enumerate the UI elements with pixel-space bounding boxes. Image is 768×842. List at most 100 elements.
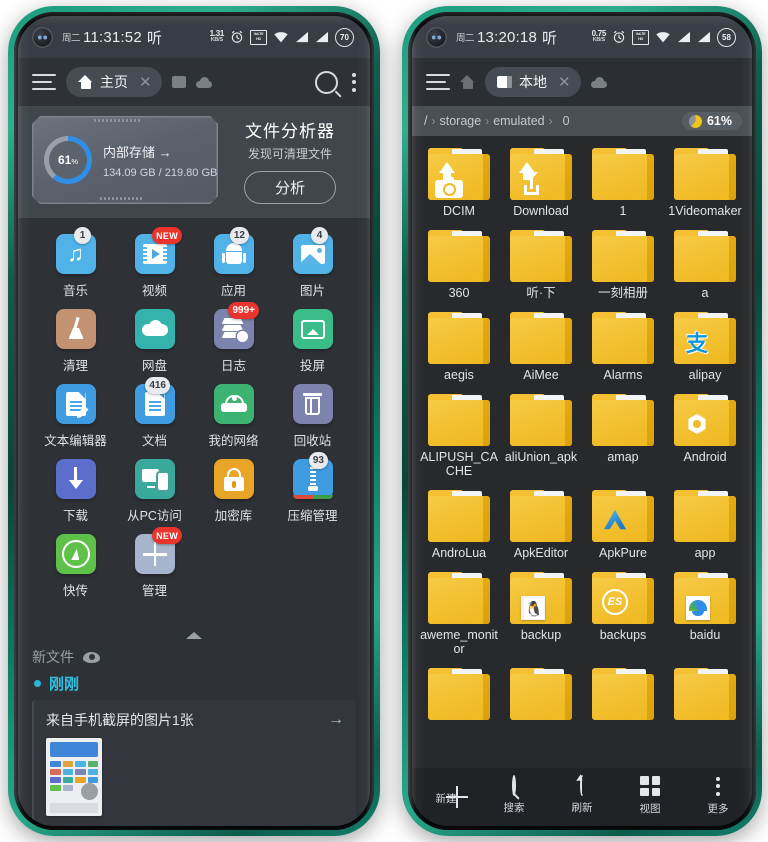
folder-icon[interactable] xyxy=(428,148,490,200)
folder-item[interactable]: 听·下 xyxy=(500,226,582,308)
app-item-text-editor-icon[interactable]: 文本编辑器 xyxy=(36,380,115,449)
app-item-lock-vault-icon[interactable]: 加密库 xyxy=(194,455,273,524)
lock-vault-icon[interactable] xyxy=(213,459,254,499)
search-icon[interactable] xyxy=(315,70,338,94)
internal-storage-card[interactable]: 61% 内部存储 → 134.09 GB / 219.80 GB xyxy=(32,116,218,204)
cast-screen-icon[interactable] xyxy=(292,309,333,349)
tab-local[interactable]: 本地 ✕ xyxy=(485,67,581,97)
folder-item[interactable]: a xyxy=(664,226,746,308)
close-icon[interactable]: ✕ xyxy=(139,73,152,91)
folder-icon[interactable] xyxy=(510,490,572,542)
app-item-download-icon[interactable]: 下载 xyxy=(36,455,115,524)
tab-home[interactable]: 主页 ✕ xyxy=(66,67,162,97)
collapse-section[interactable] xyxy=(18,626,370,641)
folder-item[interactable]: 1Videomaker xyxy=(664,144,746,226)
folder-icon[interactable] xyxy=(674,668,736,720)
bottom-bar-grid-view[interactable]: 视图 xyxy=(620,776,680,816)
bottom-bar-search[interactable]: 搜索 xyxy=(484,775,544,815)
recent-file-card[interactable]: 来自手机截屏的图片1张 → xyxy=(32,700,356,826)
storage-usage-badge[interactable]: 61% xyxy=(681,112,742,130)
folder-item[interactable]: 1 xyxy=(582,144,664,226)
folder-icon[interactable] xyxy=(674,394,736,446)
folder-icon[interactable] xyxy=(592,668,654,720)
app-item-broom-clean-icon[interactable]: 清理 xyxy=(36,305,115,374)
folder-item[interactable]: 一刻相册 xyxy=(582,226,664,308)
router-network-icon[interactable] xyxy=(213,384,254,424)
folder-item[interactable]: 🐧 backup xyxy=(500,568,582,664)
app-item-video-icon[interactable]: NEW 视频 xyxy=(115,227,194,299)
folder-icon[interactable] xyxy=(510,668,572,720)
folder-icon[interactable] xyxy=(674,148,736,200)
app-item-android-apps-icon[interactable]: 12 应用 xyxy=(194,227,273,299)
bottom-bar-plus[interactable]: 新建 xyxy=(416,786,476,806)
folder-icon[interactable] xyxy=(428,490,490,542)
folder-item[interactable] xyxy=(418,664,500,732)
folder-item[interactable]: ApkPure xyxy=(582,486,664,568)
app-item-picture-icon[interactable]: 4 图片 xyxy=(273,227,352,299)
broom-clean-icon[interactable] xyxy=(55,309,96,349)
trash-icon[interactable] xyxy=(292,384,333,424)
app-item-document-icon[interactable]: 416 文档 xyxy=(115,377,194,449)
folder-item[interactable]: aliUnion_apk xyxy=(500,390,582,486)
folder-icon[interactable]: 支 xyxy=(674,312,736,364)
folder-item[interactable] xyxy=(500,664,582,732)
folder-icon[interactable] xyxy=(592,312,654,364)
folder-icon[interactable] xyxy=(592,490,654,542)
hamburger-icon[interactable] xyxy=(426,73,450,91)
folder-item[interactable]: Download xyxy=(500,144,582,226)
folder-item[interactable]: AndroLua xyxy=(418,486,500,568)
folder-item[interactable]: aegis xyxy=(418,308,500,390)
folder-item[interactable]: ApkEditor xyxy=(500,486,582,568)
breadcrumb-segment-storage[interactable]: storage xyxy=(439,114,481,128)
app-item-logs-stack-icon[interactable]: 999+ 日志 xyxy=(194,302,273,374)
cloud-icon[interactable] xyxy=(590,76,607,88)
cloud-drive-icon[interactable] xyxy=(134,309,175,349)
bottom-bar-refresh[interactable]: 刷新 xyxy=(552,775,612,815)
breadcrumb-segment-emulated[interactable]: emulated xyxy=(493,114,544,128)
eye-icon[interactable] xyxy=(83,651,100,663)
kebab-menu-icon[interactable] xyxy=(352,72,356,92)
app-item-fast-transfer-icon[interactable]: 快传 xyxy=(36,530,115,599)
folder-icon[interactable] xyxy=(510,230,572,282)
folder-icon[interactable] xyxy=(674,572,736,624)
analyze-button[interactable]: 分析 xyxy=(243,170,336,204)
folder-icon[interactable] xyxy=(428,668,490,720)
app-item-add-manage-icon[interactable]: NEW 管理 xyxy=(115,527,194,599)
arrow-right-icon[interactable]: → xyxy=(328,711,344,729)
folder-item[interactable]: baidu xyxy=(664,568,746,664)
folder-item[interactable] xyxy=(582,664,664,732)
folder-item[interactable]: AiMee xyxy=(500,308,582,390)
folder-icon[interactable] xyxy=(592,230,654,282)
fast-transfer-icon[interactable] xyxy=(55,534,96,574)
breadcrumb-root[interactable]: / xyxy=(424,114,427,128)
app-item-music-icon[interactable]: ♫ 1 音乐 xyxy=(36,227,115,299)
folder-icon[interactable] xyxy=(428,572,490,624)
folder-item[interactable]: amap xyxy=(582,390,664,486)
pc-access-icon[interactable] xyxy=(134,459,175,499)
app-item-zip-archive-icon[interactable]: 93 压缩管理 xyxy=(273,452,352,524)
cloud-icon[interactable] xyxy=(195,76,212,88)
text-editor-icon[interactable] xyxy=(55,384,96,424)
chevron-up-icon[interactable] xyxy=(186,632,202,639)
screenshot-thumbnail[interactable] xyxy=(46,738,102,816)
folder-icon[interactable] xyxy=(674,230,736,282)
folder-icon[interactable] xyxy=(592,148,654,200)
folder-item[interactable]: app xyxy=(664,486,746,568)
folder-item[interactable]: DCIM xyxy=(418,144,500,226)
folder-icon[interactable] xyxy=(428,394,490,446)
folder-item[interactable]: ALIPUSH_CACHE xyxy=(418,390,500,486)
download-icon[interactable] xyxy=(55,459,96,499)
folder-icon[interactable]: 🐧 xyxy=(510,572,572,624)
folder-icon[interactable] xyxy=(510,394,572,446)
folder-icon[interactable]: ES xyxy=(592,572,654,624)
folder-icon[interactable] xyxy=(510,312,572,364)
app-item-cloud-drive-icon[interactable]: 网盘 xyxy=(115,305,194,374)
folder-item[interactable]: Android xyxy=(664,390,746,486)
app-item-cast-screen-icon[interactable]: 投屏 xyxy=(273,305,352,374)
folder-item[interactable]: Alarms xyxy=(582,308,664,390)
hamburger-icon[interactable] xyxy=(32,73,56,91)
folder-icon[interactable] xyxy=(674,490,736,542)
app-item-trash-icon[interactable]: 回收站 xyxy=(273,380,352,449)
folder-item[interactable]: aweme_monitor xyxy=(418,568,500,664)
folder-item[interactable]: 支 alipay xyxy=(664,308,746,390)
